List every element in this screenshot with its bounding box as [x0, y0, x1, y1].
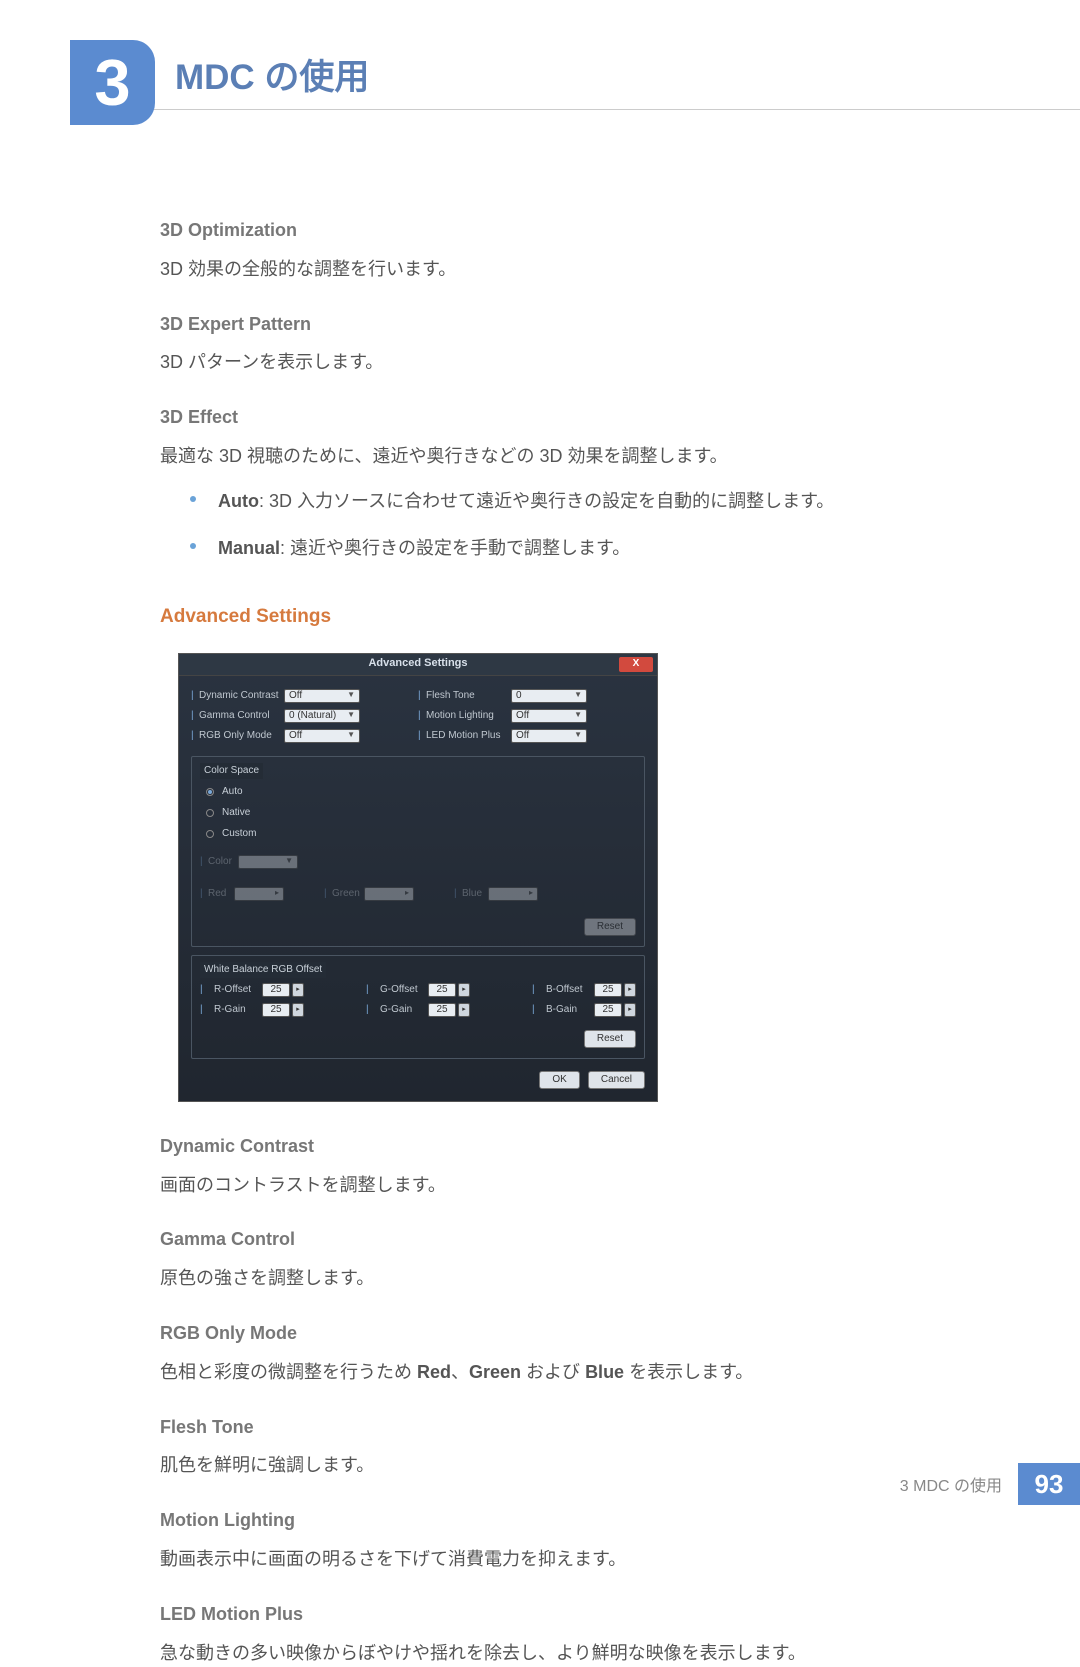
radio-custom[interactable]: Custom — [206, 826, 636, 842]
spinner-r-gain[interactable]: 25▸ — [262, 1003, 304, 1017]
field-rgb-only: | RGB Only Mode Off▼ — [191, 728, 418, 744]
tick-icon: | — [191, 688, 195, 704]
dropdown-motion-lighting[interactable]: Off▼ — [511, 709, 587, 723]
heading-3d-optimization: 3D Optimization — [160, 216, 1000, 245]
dialog-titlebar: Advanced Settings X — [179, 654, 657, 676]
advanced-settings-dialog: Advanced Settings X | Dynamic Contrast O… — [178, 653, 658, 1102]
bullet-icon — [190, 543, 196, 549]
tick-icon: | — [418, 708, 422, 724]
bullet-icon — [190, 496, 196, 502]
disabled-color-row: |Color▼ — [200, 850, 636, 874]
label: Dynamic Contrast — [199, 688, 284, 704]
spinner-b-offset[interactable]: 25▸ — [594, 983, 636, 997]
disabled-rgb-row: |Red▸ |Green▸ |Blue▸ — [200, 882, 636, 906]
heading-gamma-control: Gamma Control — [160, 1225, 1000, 1254]
label: RGB Only Mode — [199, 728, 284, 744]
heading-dynamic-contrast: Dynamic Contrast — [160, 1132, 1000, 1161]
radio-icon — [206, 830, 214, 838]
page-footer: 3 MDC の使用 93 — [900, 1463, 1080, 1505]
spinner-r-offset[interactable]: 25▸ — [262, 983, 304, 997]
close-button[interactable]: X — [619, 657, 653, 672]
radio-native[interactable]: Native — [206, 805, 636, 821]
bullet-manual: Manual: 遠近や奥行きの設定を手動で調整します。 — [190, 534, 1000, 563]
reset-colorspace-button[interactable]: Reset — [584, 918, 636, 936]
text-3d-expert-pattern: 3D パターンを表示します。 — [160, 348, 1000, 377]
chevron-down-icon: ▼ — [347, 709, 355, 722]
dropdown-gamma[interactable]: 0 (Natural)▼ — [284, 709, 360, 723]
text-3d-optimization: 3D 効果の全般的な調整を行います。 — [160, 255, 1000, 284]
tick-icon: | — [418, 688, 422, 704]
text-rgb-only: 色相と彩度の微調整を行うため Red、Green および Blue を表示します… — [160, 1358, 1000, 1387]
tick-icon: | — [418, 728, 422, 744]
footer-text: 3 MDC の使用 — [900, 1472, 1002, 1496]
field-led-motion-plus: | LED Motion Plus Off▼ — [418, 728, 645, 744]
bullet-list: Auto: 3D 入力ソースに合わせて遠近や奥行きの設定を自動的に調整します。 … — [190, 487, 1000, 563]
text-flesh-tone: 肌色を鮮明に強調します。 — [160, 1451, 1000, 1480]
text-motion-lighting: 動画表示中に画面の明るさを下げて消費電力を抑えます。 — [160, 1545, 1000, 1574]
spinner-g-offset[interactable]: 25▸ — [428, 983, 470, 997]
chevron-down-icon: ▼ — [347, 689, 355, 702]
content-area: 3D Optimization 3D 効果の全般的な調整を行います。 3D Ex… — [160, 190, 1000, 1667]
spinner-b-gain[interactable]: 25▸ — [594, 1003, 636, 1017]
bullet-text: Manual: 遠近や奥行きの設定を手動で調整します。 — [218, 534, 1000, 563]
chapter-number-badge: 3 — [70, 40, 155, 125]
fieldset-title: Color Space — [200, 763, 263, 779]
chevron-down-icon: ▼ — [574, 709, 582, 722]
chevron-down-icon: ▼ — [574, 689, 582, 702]
page-header: 3 MDC の使用 — [70, 40, 1080, 110]
dialog-title: Advanced Settings — [368, 655, 467, 673]
label: Gamma Control — [199, 708, 284, 724]
field-flesh-tone: | Flesh Tone 0▼ — [418, 688, 645, 704]
dropdown-flesh-tone[interactable]: 0▼ — [511, 689, 587, 703]
field-dynamic-contrast: | Dynamic Contrast Off▼ — [191, 688, 418, 704]
bullet-auto: Auto: 3D 入力ソースに合わせて遠近や奥行きの設定を自動的に調整します。 — [190, 487, 1000, 516]
ok-button[interactable]: OK — [539, 1071, 579, 1089]
heading-led-motion-plus: LED Motion Plus — [160, 1600, 1000, 1629]
fieldset-white-balance: White Balance RGB Offset |R-Offset25▸ |G… — [191, 955, 645, 1059]
dialog-body: | Dynamic Contrast Off▼ | Gamma Control … — [179, 676, 657, 1101]
text-dynamic-contrast: 画面のコントラストを調整します。 — [160, 1171, 1000, 1200]
label: LED Motion Plus — [426, 728, 511, 744]
chapter-title: MDC の使用 — [175, 49, 369, 100]
radio-icon — [206, 788, 214, 796]
page-number: 93 — [1018, 1463, 1080, 1505]
heading-3d-effect: 3D Effect — [160, 403, 1000, 432]
reset-wb-button[interactable]: Reset — [584, 1030, 636, 1048]
heading-3d-expert-pattern: 3D Expert Pattern — [160, 310, 1000, 339]
field-gamma-control: | Gamma Control 0 (Natural)▼ — [191, 708, 418, 724]
dropdown-dynamic-contrast[interactable]: Off▼ — [284, 689, 360, 703]
dropdown-led-motion-plus[interactable]: Off▼ — [511, 729, 587, 743]
heading-flesh-tone: Flesh Tone — [160, 1413, 1000, 1442]
radio-icon — [206, 809, 214, 817]
chevron-down-icon: ▼ — [574, 729, 582, 742]
tick-icon: | — [191, 708, 195, 724]
text-3d-effect: 最適な 3D 視聴のために、遠近や奥行きなどの 3D 効果を調整します。 — [160, 442, 1000, 471]
field-motion-lighting: | Motion Lighting Off▼ — [418, 708, 645, 724]
spinner-g-gain[interactable]: 25▸ — [428, 1003, 470, 1017]
radio-auto[interactable]: Auto — [206, 784, 636, 800]
heading-rgb-only: RGB Only Mode — [160, 1319, 1000, 1348]
fieldset-title: White Balance RGB Offset — [200, 962, 326, 978]
label: Flesh Tone — [426, 688, 511, 704]
text-led-motion-plus: 急な動きの多い映像からぼやけや揺れを除去し、より鮮明な映像を表示します。 — [160, 1639, 1000, 1667]
label: Motion Lighting — [426, 708, 511, 724]
cancel-button[interactable]: Cancel — [588, 1071, 645, 1089]
tick-icon: | — [191, 728, 195, 744]
text-gamma-control: 原色の強さを調整します。 — [160, 1264, 1000, 1293]
fieldset-color-space: Color Space Auto Native Custom |Color▼ |… — [191, 756, 645, 947]
dropdown-rgb-only[interactable]: Off▼ — [284, 729, 360, 743]
bullet-text: Auto: 3D 入力ソースに合わせて遠近や奥行きの設定を自動的に調整します。 — [218, 487, 1000, 516]
heading-motion-lighting: Motion Lighting — [160, 1506, 1000, 1535]
section-advanced-settings: Advanced Settings — [160, 602, 1000, 632]
chevron-down-icon: ▼ — [347, 729, 355, 742]
